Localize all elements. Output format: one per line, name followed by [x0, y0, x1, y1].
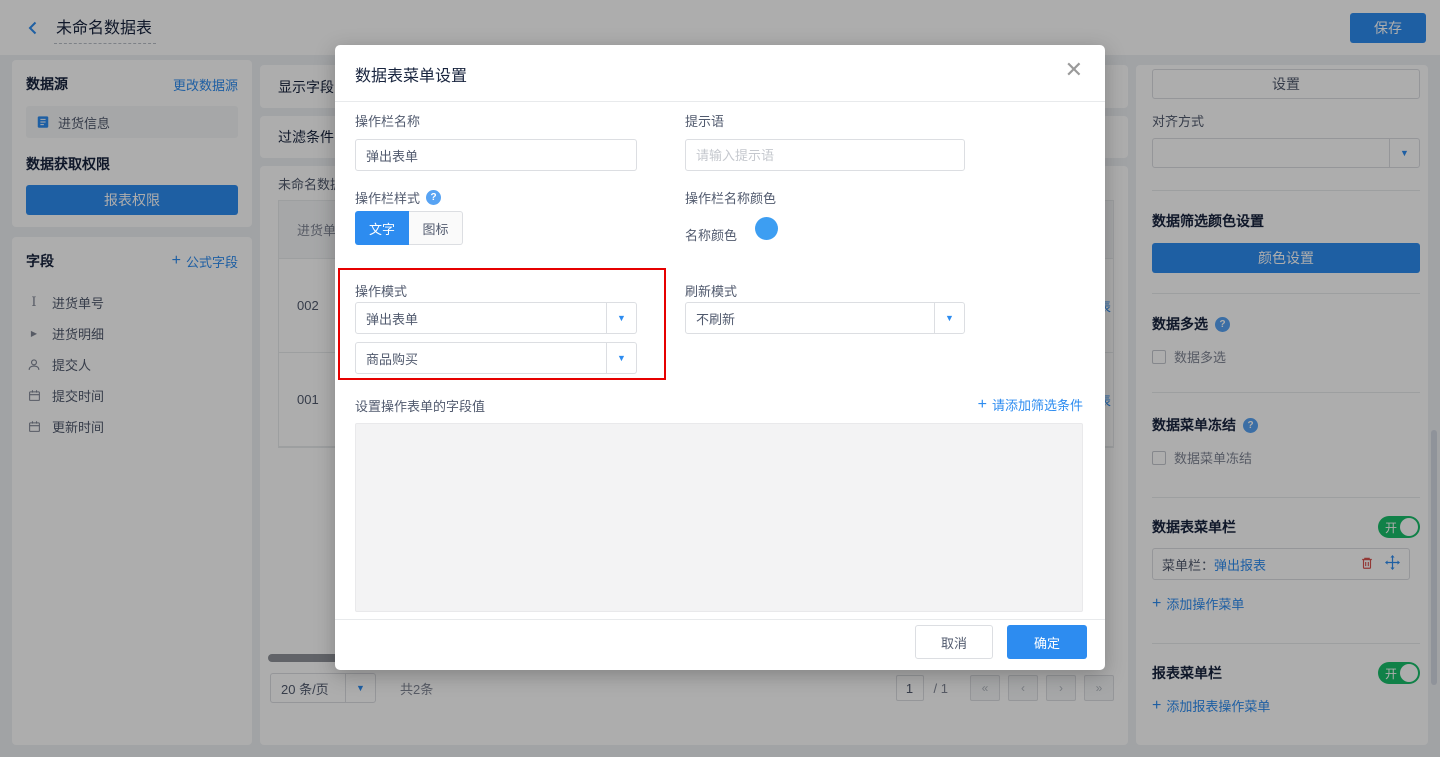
action-mode-label: 操作模式: [355, 281, 407, 300]
close-icon[interactable]: ✕: [1065, 57, 1083, 83]
help-icon[interactable]: ?: [426, 190, 441, 205]
tip-label: 提示语: [685, 111, 724, 130]
tip-input[interactable]: [685, 139, 965, 171]
divider: [335, 619, 1105, 620]
chevron-down-icon: ▼: [934, 303, 964, 333]
style-text-option[interactable]: 文字: [355, 211, 409, 245]
table-menu-settings-modal: 数据表菜单设置 ✕ 操作栏名称 提示语 操作栏样式 ? 文字 图标 操作栏名称颜…: [335, 45, 1105, 670]
add-filter-condition-label: 请添加筛选条件: [992, 395, 1083, 414]
name-color-title: 操作栏名称颜色: [685, 188, 776, 207]
confirm-button[interactable]: 确定: [1007, 625, 1087, 659]
plus-icon: +: [978, 397, 987, 413]
action-mode-select[interactable]: 弹出表单 ▼: [355, 302, 637, 334]
style-segmented-control: 文字 图标: [355, 211, 463, 245]
add-filter-condition-link[interactable]: + 请添加筛选条件: [978, 395, 1083, 414]
action-bar-name-input[interactable]: [355, 139, 637, 171]
refresh-mode-select[interactable]: 不刷新 ▼: [685, 302, 965, 334]
refresh-mode-value: 不刷新: [686, 309, 934, 328]
action-bar-style-label: 操作栏样式 ?: [355, 188, 441, 207]
action-mode-form-select[interactable]: 商品购买 ▼: [355, 342, 637, 374]
name-color-swatch[interactable]: [755, 217, 778, 240]
modal-title: 数据表菜单设置: [355, 62, 467, 86]
field-value-label: 设置操作表单的字段值: [355, 396, 485, 415]
action-mode-form-value: 商品购买: [356, 349, 606, 368]
cancel-button[interactable]: 取消: [915, 625, 993, 659]
chevron-down-icon: ▼: [606, 343, 636, 373]
app-screen: 未命名数据表 保存 数据源 更改数据源 进货信息 数据获取权限 报表权限 字段 …: [0, 0, 1440, 757]
field-value-area: [355, 423, 1083, 612]
vertical-scrollbar-thumb[interactable]: [1431, 430, 1437, 685]
chevron-down-icon: ▼: [606, 303, 636, 333]
refresh-mode-label: 刷新模式: [685, 281, 737, 300]
name-color-label: 名称颜色: [685, 225, 737, 244]
action-bar-style-label-text: 操作栏样式: [355, 188, 420, 207]
action-mode-value: 弹出表单: [356, 309, 606, 328]
style-icon-option[interactable]: 图标: [409, 211, 463, 245]
action-bar-name-label: 操作栏名称: [355, 111, 420, 130]
divider: [335, 101, 1105, 102]
